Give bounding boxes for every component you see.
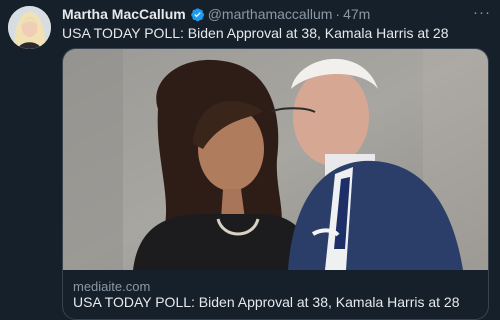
tweet-text: USA TODAY POLL: Biden Approval at 38, Ka… <box>62 25 449 41</box>
timestamp[interactable]: 47m <box>343 6 370 22</box>
link-card[interactable]: mediaite.com USA TODAY POLL: Biden Appro… <box>62 48 489 320</box>
avatar-photo <box>8 6 51 49</box>
verified-badge-icon <box>190 7 205 22</box>
more-options-icon[interactable]: ··· <box>473 4 491 21</box>
card-image[interactable] <box>63 49 488 270</box>
card-domain: mediaite.com <box>73 279 151 294</box>
avatar[interactable] <box>8 6 51 49</box>
separator-dot: · <box>335 6 341 22</box>
author-handle[interactable]: @marthamaccallum <box>208 6 333 22</box>
author-name[interactable]: Martha MacCallum <box>62 6 186 22</box>
card-title[interactable]: USA TODAY POLL: Biden Approval at 38, Ka… <box>73 294 460 310</box>
tweet-header: Martha MacCallum @marthamaccallum · 47m <box>62 5 490 23</box>
